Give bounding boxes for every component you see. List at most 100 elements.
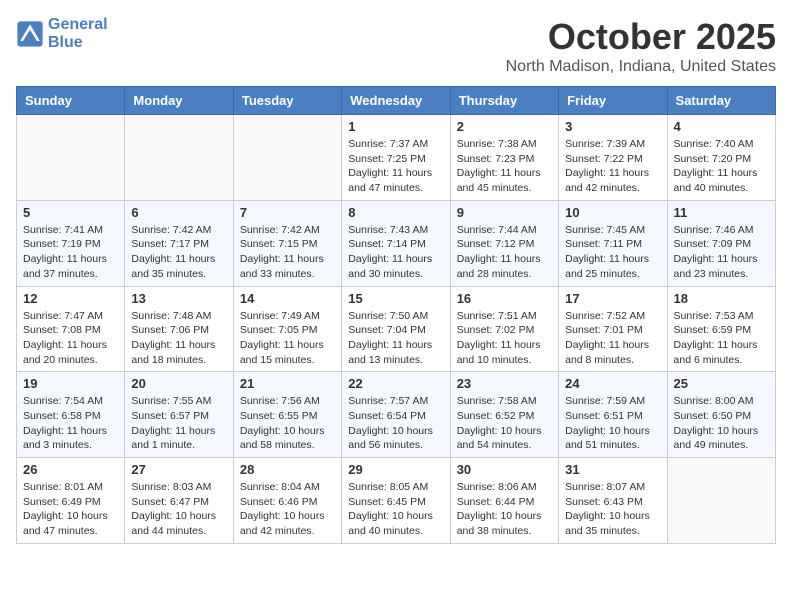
day-number: 29 bbox=[348, 462, 443, 477]
day-info: Sunrise: 7:43 AM Sunset: 7:14 PM Dayligh… bbox=[348, 223, 443, 282]
day-number: 1 bbox=[348, 119, 443, 134]
day-cell: 13 Sunrise: 7:48 AM Sunset: 7:06 PM Dayli… bbox=[125, 286, 233, 372]
day-cell: 10 Sunrise: 7:45 AM Sunset: 7:11 PM Dayli… bbox=[559, 200, 667, 286]
day-number: 3 bbox=[565, 119, 660, 134]
day-cell: 30Sunrise: 8:06 AM Sunset: 6:44 PM Dayli… bbox=[450, 458, 558, 544]
day-number: 26 bbox=[23, 462, 118, 477]
day-info: Sunrise: 7:48 AM Sunset: 7:06 PM Dayligh… bbox=[131, 309, 226, 368]
day-number: 5 bbox=[23, 205, 118, 220]
column-header-friday: Friday bbox=[559, 87, 667, 115]
day-info: Sunrise: 7:54 AM Sunset: 6:58 PM Dayligh… bbox=[23, 394, 118, 453]
week-row-4: 19 Sunrise: 7:54 AM Sunset: 6:58 PM Dayli… bbox=[17, 372, 776, 458]
day-info: Sunrise: 7:47 AM Sunset: 7:08 PM Dayligh… bbox=[23, 309, 118, 368]
day-info: Sunrise: 8:04 AM Sunset: 6:46 PM Dayligh… bbox=[240, 480, 335, 539]
day-cell: 8 Sunrise: 7:43 AM Sunset: 7:14 PM Daylig… bbox=[342, 200, 450, 286]
day-info: Sunrise: 8:07 AM Sunset: 6:43 PM Dayligh… bbox=[565, 480, 660, 539]
day-number: 12 bbox=[23, 291, 118, 306]
location: North Madison, Indiana, United States bbox=[506, 58, 776, 76]
day-cell: 7Sunrise: 7:42 AM Sunset: 7:15 PM Daylig… bbox=[233, 200, 341, 286]
column-header-tuesday: Tuesday bbox=[233, 87, 341, 115]
day-number: 28 bbox=[240, 462, 335, 477]
day-cell: 6Sunrise: 7:42 AM Sunset: 7:17 PM Daylig… bbox=[125, 200, 233, 286]
column-header-monday: Monday bbox=[125, 87, 233, 115]
day-cell: 3Sunrise: 7:39 AM Sunset: 7:22 PM Daylig… bbox=[559, 115, 667, 201]
day-info: Sunrise: 7:52 AM Sunset: 7:01 PM Dayligh… bbox=[565, 309, 660, 368]
logo-icon bbox=[16, 20, 44, 48]
day-cell: 26 Sunrise: 8:01 AM Sunset: 6:49 PM Dayli… bbox=[17, 458, 125, 544]
day-cell: 22 Sunrise: 7:57 AM Sunset: 6:54 PM Dayli… bbox=[342, 372, 450, 458]
day-number: 22 bbox=[348, 376, 443, 391]
day-cell: 24 Sunrise: 7:59 AM Sunset: 6:51 PM Dayli… bbox=[559, 372, 667, 458]
day-cell bbox=[233, 115, 341, 201]
day-cell: 28 Sunrise: 8:04 AM Sunset: 6:46 PM Dayli… bbox=[233, 458, 341, 544]
page-header: General Blue October 2025 North Madison,… bbox=[16, 16, 776, 76]
day-number: 8 bbox=[348, 205, 443, 220]
day-cell: 19 Sunrise: 7:54 AM Sunset: 6:58 PM Dayli… bbox=[17, 372, 125, 458]
day-number: 21 bbox=[240, 376, 335, 391]
day-cell: 12 Sunrise: 7:47 AM Sunset: 7:08 PM Dayli… bbox=[17, 286, 125, 372]
day-number: 14 bbox=[240, 291, 335, 306]
column-header-sunday: Sunday bbox=[17, 87, 125, 115]
day-number: 2 bbox=[457, 119, 552, 134]
day-number: 20 bbox=[131, 376, 226, 391]
day-number: 27 bbox=[131, 462, 226, 477]
day-info: Sunrise: 7:42 AM Sunset: 7:15 PM Dayligh… bbox=[240, 223, 335, 282]
day-info: Sunrise: 8:01 AM Sunset: 6:49 PM Dayligh… bbox=[23, 480, 118, 539]
month-title: October 2025 bbox=[506, 16, 776, 58]
day-cell: 9 Sunrise: 7:44 AM Sunset: 7:12 PM Daylig… bbox=[450, 200, 558, 286]
day-number: 19 bbox=[23, 376, 118, 391]
day-number: 11 bbox=[674, 205, 769, 220]
day-number: 25 bbox=[674, 376, 769, 391]
day-info: Sunrise: 7:41 AM Sunset: 7:19 PM Dayligh… bbox=[23, 223, 118, 282]
day-cell: 15Sunrise: 7:50 AM Sunset: 7:04 PM Dayli… bbox=[342, 286, 450, 372]
day-info: Sunrise: 7:44 AM Sunset: 7:12 PM Dayligh… bbox=[457, 223, 552, 282]
day-cell: 21 Sunrise: 7:56 AM Sunset: 6:55 PM Dayli… bbox=[233, 372, 341, 458]
week-row-2: 5 Sunrise: 7:41 AM Sunset: 7:19 PM Daylig… bbox=[17, 200, 776, 286]
day-info: Sunrise: 7:40 AM Sunset: 7:20 PM Dayligh… bbox=[674, 137, 769, 196]
day-cell bbox=[125, 115, 233, 201]
title-block: October 2025 North Madison, Indiana, Uni… bbox=[506, 16, 776, 76]
column-header-thursday: Thursday bbox=[450, 87, 558, 115]
day-number: 4 bbox=[674, 119, 769, 134]
day-info: Sunrise: 7:55 AM Sunset: 6:57 PM Dayligh… bbox=[131, 394, 226, 453]
logo-text: General Blue bbox=[48, 16, 108, 52]
day-info: Sunrise: 7:42 AM Sunset: 7:17 PM Dayligh… bbox=[131, 223, 226, 282]
day-info: Sunrise: 7:49 AM Sunset: 7:05 PM Dayligh… bbox=[240, 309, 335, 368]
day-cell: 2 Sunrise: 7:38 AM Sunset: 7:23 PM Daylig… bbox=[450, 115, 558, 201]
week-row-1: 1 Sunrise: 7:37 AM Sunset: 7:25 PM Daylig… bbox=[17, 115, 776, 201]
day-number: 31 bbox=[565, 462, 660, 477]
logo: General Blue bbox=[16, 16, 108, 52]
column-header-wednesday: Wednesday bbox=[342, 87, 450, 115]
day-number: 9 bbox=[457, 205, 552, 220]
day-cell bbox=[667, 458, 775, 544]
day-number: 17 bbox=[565, 291, 660, 306]
day-cell bbox=[17, 115, 125, 201]
day-number: 10 bbox=[565, 205, 660, 220]
day-cell: 20 Sunrise: 7:55 AM Sunset: 6:57 PM Dayli… bbox=[125, 372, 233, 458]
calendar-table: SundayMondayTuesdayWednesdayThursdayFrid… bbox=[16, 86, 776, 544]
day-cell: 31 Sunrise: 8:07 AM Sunset: 6:43 PM Dayli… bbox=[559, 458, 667, 544]
day-cell: 17 Sunrise: 7:52 AM Sunset: 7:01 PM Dayli… bbox=[559, 286, 667, 372]
day-info: Sunrise: 7:57 AM Sunset: 6:54 PM Dayligh… bbox=[348, 394, 443, 453]
day-cell: 18Sunrise: 7:53 AM Sunset: 6:59 PM Dayli… bbox=[667, 286, 775, 372]
day-cell: 23Sunrise: 7:58 AM Sunset: 6:52 PM Dayli… bbox=[450, 372, 558, 458]
day-info: Sunrise: 7:50 AM Sunset: 7:04 PM Dayligh… bbox=[348, 309, 443, 368]
day-cell: 29Sunrise: 8:05 AM Sunset: 6:45 PM Dayli… bbox=[342, 458, 450, 544]
day-cell: 5 Sunrise: 7:41 AM Sunset: 7:19 PM Daylig… bbox=[17, 200, 125, 286]
week-row-5: 26 Sunrise: 8:01 AM Sunset: 6:49 PM Dayli… bbox=[17, 458, 776, 544]
day-cell: 25Sunrise: 8:00 AM Sunset: 6:50 PM Dayli… bbox=[667, 372, 775, 458]
day-number: 13 bbox=[131, 291, 226, 306]
day-info: Sunrise: 7:59 AM Sunset: 6:51 PM Dayligh… bbox=[565, 394, 660, 453]
day-info: Sunrise: 7:37 AM Sunset: 7:25 PM Dayligh… bbox=[348, 137, 443, 196]
day-number: 16 bbox=[457, 291, 552, 306]
day-cell: 11Sunrise: 7:46 AM Sunset: 7:09 PM Dayli… bbox=[667, 200, 775, 286]
week-row-3: 12 Sunrise: 7:47 AM Sunset: 7:08 PM Dayli… bbox=[17, 286, 776, 372]
day-info: Sunrise: 7:38 AM Sunset: 7:23 PM Dayligh… bbox=[457, 137, 552, 196]
day-info: Sunrise: 7:51 AM Sunset: 7:02 PM Dayligh… bbox=[457, 309, 552, 368]
day-info: Sunrise: 7:56 AM Sunset: 6:55 PM Dayligh… bbox=[240, 394, 335, 453]
day-cell: 16 Sunrise: 7:51 AM Sunset: 7:02 PM Dayli… bbox=[450, 286, 558, 372]
day-number: 24 bbox=[565, 376, 660, 391]
day-info: Sunrise: 7:45 AM Sunset: 7:11 PM Dayligh… bbox=[565, 223, 660, 282]
header-row: SundayMondayTuesdayWednesdayThursdayFrid… bbox=[17, 87, 776, 115]
day-cell: 27Sunrise: 8:03 AM Sunset: 6:47 PM Dayli… bbox=[125, 458, 233, 544]
